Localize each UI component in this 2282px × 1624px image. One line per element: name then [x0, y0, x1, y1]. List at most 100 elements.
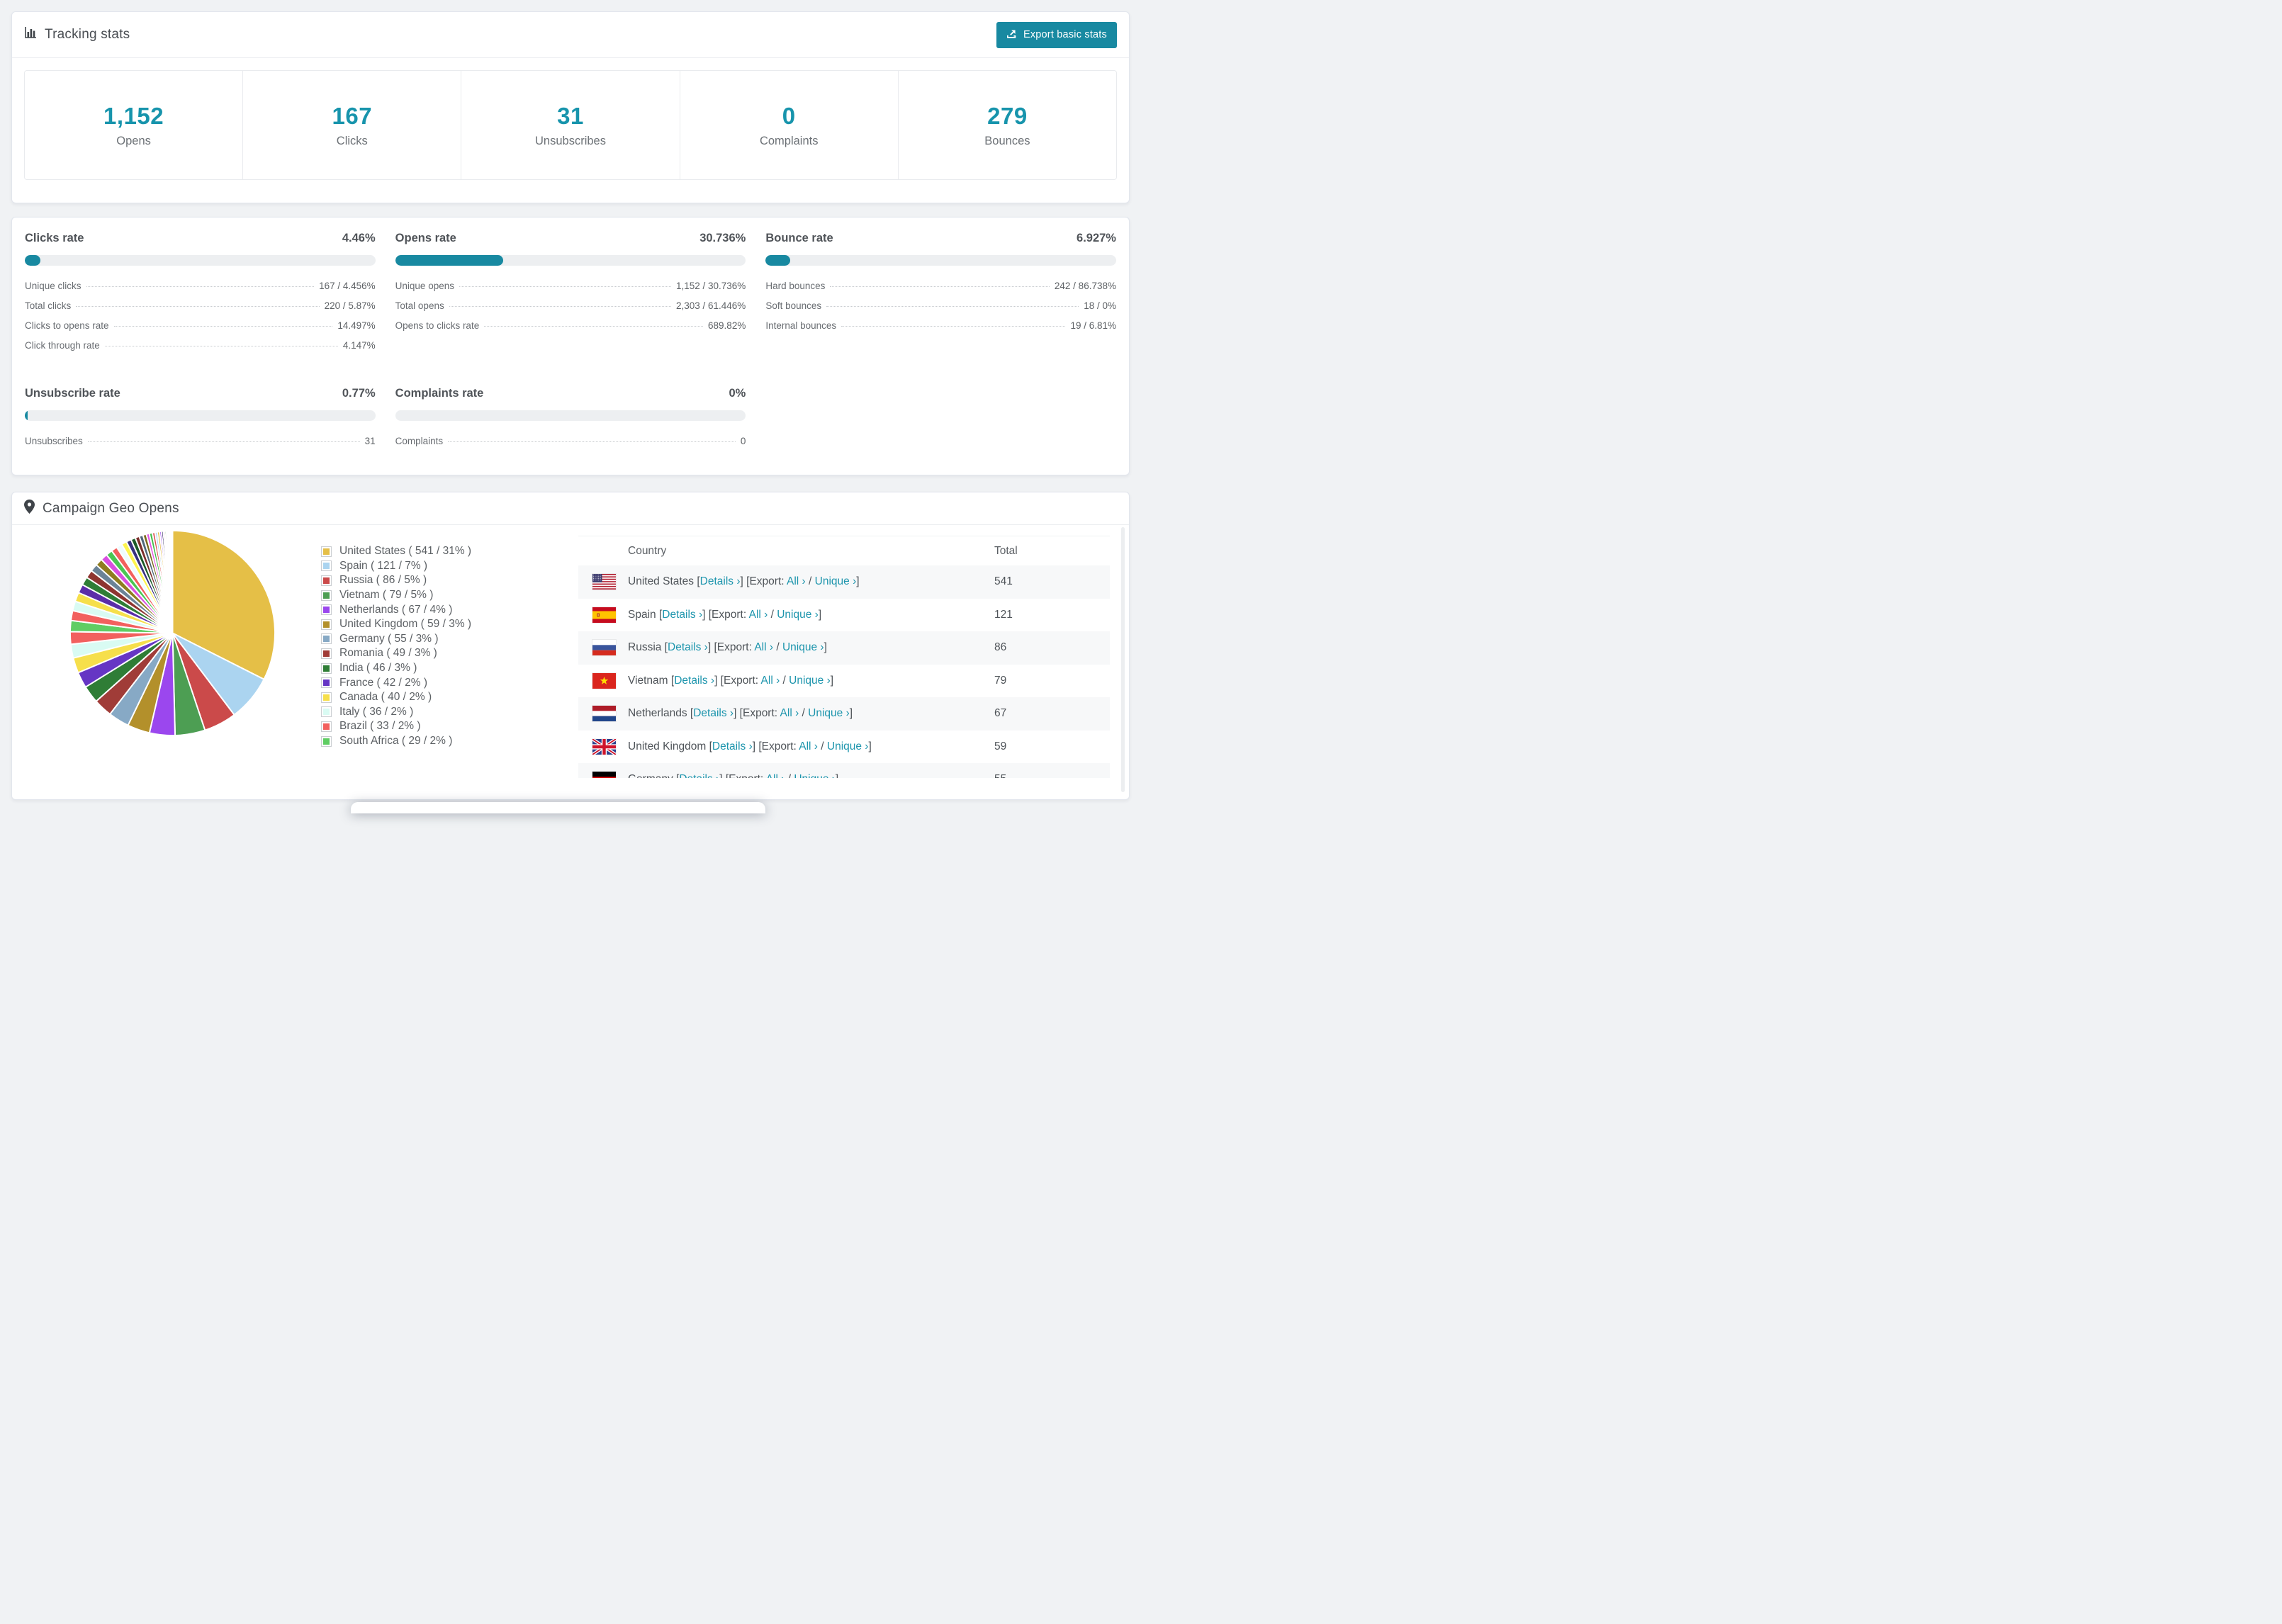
- ru-flag-icon: [592, 640, 616, 656]
- progress-bar-fill: [25, 410, 28, 421]
- legend-item-italy: Italy ( 36 / 2% ): [321, 705, 471, 720]
- legend-swatch: [321, 604, 332, 616]
- table-row-nl[interactable]: Netherlands [Details ›] [Export: All › /…: [578, 697, 1110, 731]
- details-link-gb[interactable]: Details ›: [712, 740, 753, 752]
- legend-item-germany: Germany ( 55 / 3% ): [321, 632, 471, 647]
- table-row-us[interactable]: United States [Details ›] [Export: All ›…: [578, 565, 1110, 599]
- es-flag-icon: [592, 607, 616, 623]
- table-scrollbar[interactable]: [1121, 527, 1125, 792]
- table-row-de[interactable]: Germany [Details ›] [Export: All › / Uni…: [578, 763, 1110, 778]
- export-unique-link-es[interactable]: Unique ›: [777, 609, 819, 621]
- detail-value: 14.497%: [337, 320, 376, 331]
- legend-item-brazil: Brazil ( 33 / 2% ): [321, 719, 471, 734]
- dotted-leader: [76, 306, 320, 307]
- column-header-total: Total: [994, 544, 1018, 557]
- export-unique-link-de[interactable]: Unique ›: [794, 773, 836, 778]
- export-unique-link-nl[interactable]: Unique ›: [808, 707, 850, 719]
- rate-detail-row: Unsubscribes 31: [25, 436, 376, 456]
- pie-legend: United States ( 541 / 31% ) Spain ( 121 /…: [321, 544, 471, 748]
- detail-label: Hard bounces: [765, 281, 826, 291]
- export-all-link-ru[interactable]: All ›: [754, 641, 773, 653]
- section-title: Campaign Geo Opens: [43, 500, 179, 516]
- export-unique-link-us[interactable]: Unique ›: [815, 575, 857, 587]
- export-all-link-gb[interactable]: All ›: [799, 740, 818, 752]
- country-cell: United Kingdom [Details ›] [Export: All …: [628, 740, 872, 752]
- progress-bar-fill: [25, 255, 41, 266]
- legend-label: Italy ( 36 / 2% ): [339, 705, 414, 718]
- stat-value: 31: [557, 102, 584, 129]
- rate-value: 6.927%: [1077, 232, 1116, 244]
- table-row-vn[interactable]: Vietnam [Details ›] [Export: All › / Uni…: [578, 665, 1110, 698]
- details-link-de[interactable]: Details ›: [679, 773, 719, 778]
- rate-panel-unsubscribe-rate: Unsubscribe rate 0.77% Unsubscribes 31: [25, 387, 376, 456]
- export-all-link-es[interactable]: All ›: [749, 609, 768, 621]
- campaign-geo-opens-card: Campaign Geo Opens United States ( 541 /…: [11, 492, 1130, 800]
- rate-value: 4.46%: [342, 232, 376, 244]
- stat-value: 167: [332, 102, 373, 129]
- legend-swatch: [321, 735, 332, 747]
- total-cell: 86: [994, 641, 1007, 654]
- stat-value: 279: [987, 102, 1028, 129]
- detail-value: 19 / 6.81%: [1070, 320, 1116, 331]
- export-all-link-us[interactable]: All ›: [787, 575, 806, 587]
- page-title: Tracking stats: [45, 27, 130, 42]
- dotted-leader: [449, 306, 671, 307]
- export-unique-link-ru[interactable]: Unique ›: [782, 641, 824, 653]
- table-row-ru[interactable]: Russia [Details ›] [Export: All › / Uniq…: [578, 631, 1110, 665]
- dotted-leader: [841, 326, 1066, 327]
- table-row-gb[interactable]: United Kingdom [Details ›] [Export: All …: [578, 731, 1110, 764]
- details-link-vn[interactable]: Details ›: [674, 675, 714, 687]
- stat-label: Unsubscribes: [535, 134, 606, 147]
- legend-label: Netherlands ( 67 / 4% ): [339, 603, 453, 616]
- progress-bar: [25, 255, 376, 266]
- details-link-ru[interactable]: Details ›: [668, 641, 708, 653]
- details-link-us[interactable]: Details ›: [700, 575, 741, 587]
- rate-detail-row: Internal bounces 19 / 6.81%: [765, 320, 1116, 340]
- summary-stats-box: 1,152 Opens 167 Clicks 31 Unsubscribes 0 Compla…: [24, 70, 1117, 180]
- export-all-link-de[interactable]: All ›: [766, 773, 785, 778]
- de-flag-icon: [592, 772, 616, 778]
- detail-value: 167 / 4.456%: [319, 281, 376, 291]
- rate-title: Clicks rate: [25, 232, 84, 244]
- table-row-es[interactable]: Spain [Details ›] [Export: All › / Uniqu…: [578, 599, 1110, 632]
- export-unique-link-vn[interactable]: Unique ›: [789, 675, 831, 687]
- detail-label: Total opens: [395, 300, 444, 311]
- legend-label: Spain ( 121 / 7% ): [339, 559, 428, 572]
- rates-card: Clicks rate 4.46% Unique clicks 167 / 4.456…: [11, 217, 1130, 475]
- detail-value: 18 / 0%: [1084, 300, 1116, 311]
- stat-value: 1,152: [103, 102, 164, 129]
- rate-detail-row: Soft bounces 18 / 0%: [765, 300, 1116, 320]
- legend-item-canada: Canada ( 40 / 2% ): [321, 690, 471, 705]
- rate-value: 30.736%: [699, 232, 746, 244]
- detail-label: Complaints: [395, 436, 444, 446]
- rate-detail-row: Click through rate 4.147%: [25, 340, 376, 360]
- export-all-link-nl[interactable]: All ›: [780, 707, 799, 719]
- legend-swatch: [321, 633, 332, 645]
- legend-label: Vietnam ( 79 / 5% ): [339, 589, 434, 602]
- pie-slice-other[interactable]: [171, 529, 174, 633]
- export-unique-link-gb[interactable]: Unique ›: [827, 740, 869, 752]
- detail-label: Unique clicks: [25, 281, 82, 291]
- export-all-link-vn[interactable]: All ›: [761, 675, 780, 687]
- total-cell: 121: [994, 608, 1013, 621]
- details-link-nl[interactable]: Details ›: [693, 707, 734, 719]
- legend-item-france: France ( 42 / 2% ): [321, 675, 471, 690]
- legend-swatch: [321, 677, 332, 689]
- us-flag-icon: [592, 574, 616, 590]
- progress-bar: [25, 410, 376, 421]
- bar-chart-icon: [24, 26, 37, 43]
- geo-opens-pie-chart[interactable]: [68, 529, 277, 738]
- legend-swatch: [321, 619, 332, 630]
- stat-cell-unsubscribes: 31 Unsubscribes: [461, 71, 680, 179]
- legend-label: Romania ( 49 / 3% ): [339, 647, 437, 660]
- legend-label: Germany ( 55 / 3% ): [339, 632, 439, 645]
- export-basic-stats-button[interactable]: Export basic stats: [996, 21, 1117, 48]
- legend-item-south-africa: South Africa ( 29 / 2% ): [321, 734, 471, 749]
- rate-detail-row: Total opens 2,303 / 61.446%: [395, 300, 746, 320]
- total-cell: 67: [994, 707, 1007, 720]
- legend-swatch: [321, 648, 332, 659]
- geo-country-table: Country Total United States [Details ›] …: [578, 536, 1110, 778]
- stat-label: Clicks: [336, 134, 368, 147]
- detail-label: Clicks to opens rate: [25, 320, 109, 331]
- details-link-es[interactable]: Details ›: [662, 609, 702, 621]
